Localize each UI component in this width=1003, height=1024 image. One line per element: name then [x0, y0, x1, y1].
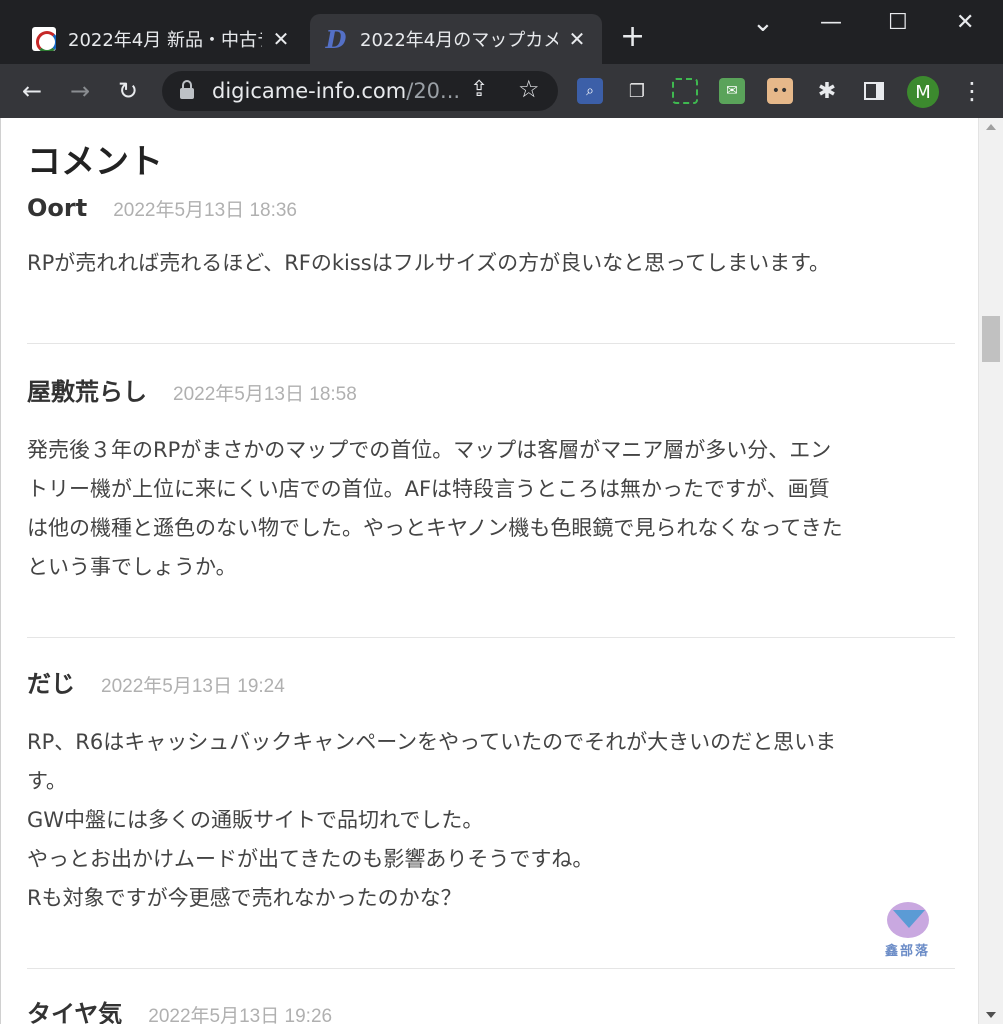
url-text[interactable]: digicame-info.com/20...: [212, 79, 460, 103]
tab-mapcamera[interactable]: 2022年4月 新品・中古デ ✕: [18, 14, 306, 64]
comment-item: だじ 2022年5月13日 19:24 RP、R6はキャッシュバックキャンペーン…: [27, 664, 955, 918]
scroll-up-arrow-icon[interactable]: [986, 124, 996, 130]
menu-icon[interactable]: ⋮: [960, 76, 984, 106]
comment-author: だじ: [27, 670, 75, 698]
comment-line: GW中盤には多くの通販サイトで品切れでした。: [27, 808, 484, 832]
minimize-button[interactable]: —: [820, 10, 842, 35]
comment-date: 2022年5月13日 18:36: [113, 200, 297, 221]
comment-line: RPが売れれば売れるほど、RFのkissはフルサイズの方が良いなと思ってしまいま…: [27, 251, 830, 275]
scroll-down-arrow-icon[interactable]: [986, 1012, 996, 1018]
maximize-button[interactable]: ☐: [888, 10, 908, 35]
comment-body: RPが売れれば売れるほど、RFのkissはフルサイズの方が良いなと思ってしまいま…: [27, 244, 955, 283]
profile-avatar[interactable]: M: [907, 76, 939, 108]
comment-line: トリー機が上位に来にくい店での首位。AFは特段言うところは無かったですが、画質: [27, 477, 830, 501]
comment-line: という事でしょうか。: [27, 555, 237, 579]
comment-date: 2022年5月13日 19:24: [101, 676, 285, 697]
comment-author: Oort: [27, 194, 88, 222]
comment-item: 屋敷荒らし 2022年5月13日 18:58 発売後３年のRPがまさかのマップで…: [27, 372, 955, 587]
watermark-logo: 鑫部落: [881, 900, 937, 960]
comment-line: 発売後３年のRPがまさかのマップでの首位。マップは客層がマニア層が多い分、エン: [27, 438, 832, 462]
notes-extension-icon[interactable]: ❐: [624, 78, 650, 104]
reload-button[interactable]: ↻: [118, 76, 138, 106]
close-tab-icon[interactable]: ✕: [566, 27, 588, 51]
close-tab-icon[interactable]: ✕: [270, 27, 292, 51]
comment-divider: [27, 968, 955, 969]
address-bar[interactable]: digicame-info.com/20... ⇪ ☆: [162, 71, 558, 111]
lock-icon[interactable]: [180, 80, 194, 100]
tab-digicame-info[interactable]: D 2022年4月のマップカメ ✕: [310, 14, 602, 64]
new-tab-button[interactable]: +: [620, 22, 645, 52]
page-content: コメント Oort 2022年5月13日 18:36 RPが売れれば売れるほど、…: [0, 118, 978, 1024]
puzzle-icon[interactable]: ✱: [814, 78, 840, 104]
comment-body: RP、R6はキャッシュバックキャンペーンをやっていたのでそれが大きいのだと思いま…: [27, 723, 955, 918]
comment-divider: [27, 637, 955, 638]
comment-line: RP、R6はキャッシュバックキャンペーンをやっていたのでそれが大きいのだと思いま: [27, 730, 837, 754]
bookmark-star-icon[interactable]: ☆: [518, 75, 540, 103]
comment-body: 発売後３年のRPがまさかのマップでの首位。マップは客層がマニア層が多い分、エン …: [27, 431, 955, 587]
comment-author: タイヤ気: [27, 1000, 123, 1024]
comment-author: 屋敷荒らし: [27, 378, 147, 406]
browser-toolbar: ← → ↻ digicame-info.com/20... ⇪ ☆ ⌕ ❐ ✉ …: [0, 64, 1003, 118]
comment-date: 2022年5月13日 19:26: [148, 1006, 333, 1024]
sidebar-icon[interactable]: [861, 78, 887, 104]
screenshot-extension-icon[interactable]: [672, 78, 698, 104]
comment-line: は他の機種と遜色のない物でした。やっとキヤノン機も色眼鏡で見られなくなってきた: [27, 516, 843, 540]
tab-title: 2022年4月のマップカメ: [360, 30, 558, 51]
face-extension-icon[interactable]: ••: [767, 78, 793, 104]
comment-line: やっとお出かけムードが出てきたのも影響ありそうですね。: [27, 847, 594, 871]
scrollbar-thumb[interactable]: [982, 316, 1000, 362]
forward-button[interactable]: →: [70, 76, 90, 106]
comment-divider: [27, 343, 955, 344]
search-extension-icon[interactable]: ⌕: [577, 78, 603, 104]
digicame-info-icon: D: [325, 24, 347, 54]
comment-item: タイヤ気 2022年5月13日 19:26: [27, 994, 955, 1024]
mail-extension-icon[interactable]: ✉: [719, 78, 745, 104]
comment-date: 2022年5月13日 18:58: [173, 384, 357, 405]
tab-search-button[interactable]: ⌄: [752, 8, 774, 38]
camera-site-icon: [32, 27, 56, 51]
comment-item: Oort 2022年5月13日 18:36 RPが売れれば売れるほど、RFのki…: [27, 194, 955, 283]
comments-heading: コメント: [27, 142, 163, 182]
comment-line: Rも対象ですが今更感で売れなかったのかな？: [27, 886, 462, 910]
watermark-text: 鑫部落: [885, 944, 931, 959]
paper-plane-icon: [893, 910, 925, 928]
back-button[interactable]: ←: [22, 76, 42, 106]
tab-title: 2022年4月 新品・中古デ: [68, 30, 262, 51]
share-icon[interactable]: ⇪: [470, 77, 488, 102]
vertical-scrollbar[interactable]: [978, 118, 1003, 1024]
comment-line: す。: [27, 769, 67, 793]
close-window-button[interactable]: ✕: [956, 10, 974, 35]
tab-strip: 2022年4月 新品・中古デ ✕ D 2022年4月のマップカメ ✕ + ⌄ —…: [0, 0, 1003, 64]
